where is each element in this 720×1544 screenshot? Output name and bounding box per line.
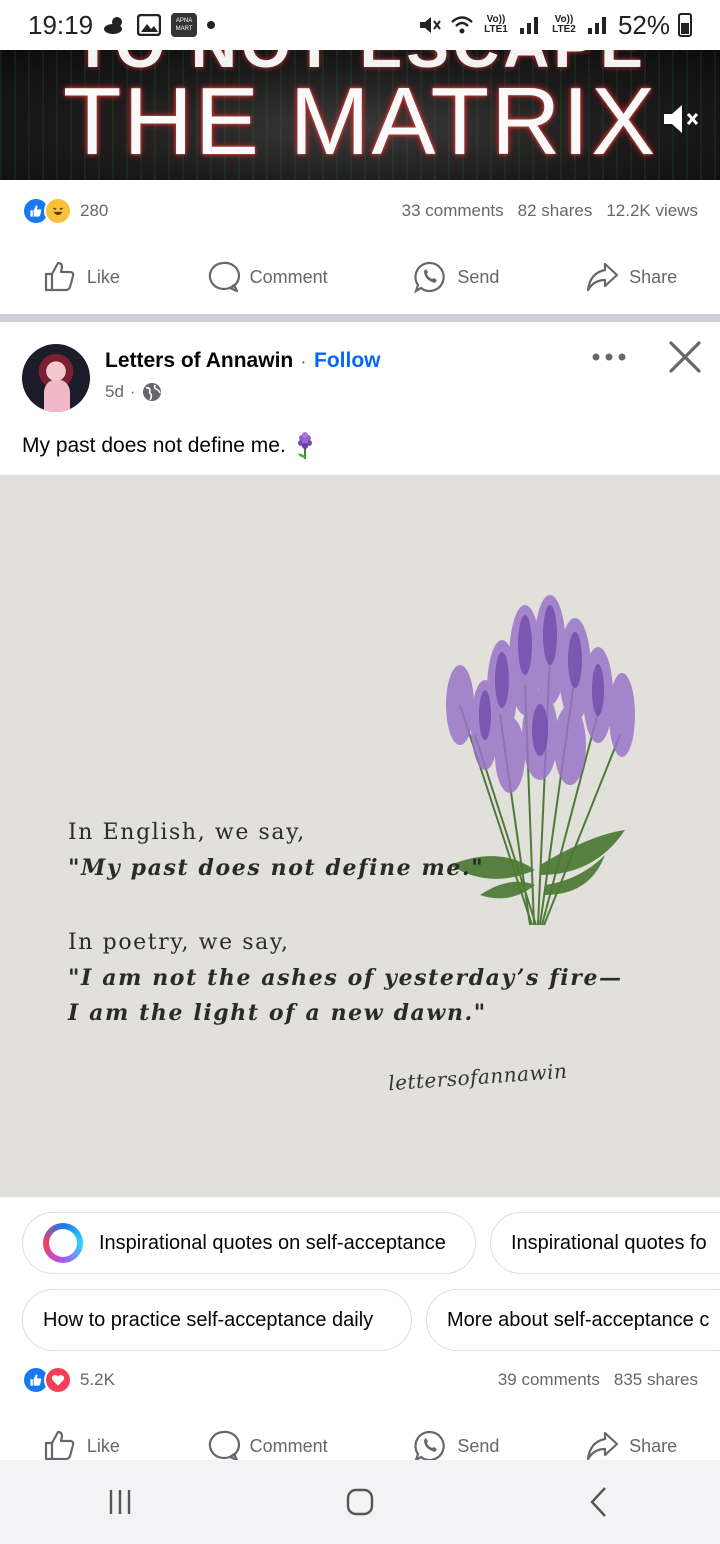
quote-line-5: I am the light of a new dawn.": [68, 1000, 487, 1026]
follow-separator: ·: [300, 351, 307, 373]
share-button[interactable]: Share: [585, 1429, 677, 1463]
wifi-icon: [451, 16, 473, 34]
author-name[interactable]: Letters of Annawin: [105, 349, 293, 373]
reaction-count: 280: [80, 201, 109, 220]
battery-percent: 52%: [617, 9, 670, 40]
prev-post-actions: Like Comment Send Share: [0, 256, 720, 298]
comment-icon: [208, 1430, 240, 1462]
post-reaction-count: 5.2K: [80, 1370, 115, 1389]
like-icon: [44, 1430, 75, 1461]
lavender-bouquet-illustration: [446, 595, 635, 926]
feed-divider: [0, 314, 720, 322]
author-avatar[interactable]: [22, 344, 90, 412]
mute-icon: [419, 17, 441, 33]
notification-dot-icon: [207, 21, 216, 29]
comment-button[interactable]: Comment: [206, 260, 328, 294]
suggestion-chip-1[interactable]: Inspirational quotes on self-acceptance: [22, 1212, 476, 1274]
home-icon[interactable]: [340, 1482, 380, 1522]
reaction-summary[interactable]: 280: [22, 197, 108, 225]
send-button[interactable]: Send: [413, 1429, 499, 1463]
prev-post-stats: 280 33 comments 82 shares 12.2K views: [0, 196, 720, 226]
meta-ai-icon: [43, 1223, 83, 1263]
post-shares-count[interactable]: 835 shares: [614, 1370, 698, 1390]
share-icon: [586, 1431, 619, 1461]
like-icon: [44, 261, 75, 292]
caption-text: My past does not define me.: [22, 434, 286, 457]
video-title-main: THE MATRIX: [62, 68, 658, 175]
quote-line-3: In poetry, we say,: [68, 930, 290, 955]
whatsapp-send-icon: [414, 261, 446, 294]
post-meta: 5d ·: [105, 382, 162, 402]
comment-button[interactable]: Comment: [206, 1429, 328, 1463]
status-time: 19:19: [28, 9, 94, 40]
lte1-indicator: Vo)) LTE1: [484, 14, 508, 35]
gallery-icon: [137, 14, 162, 36]
views-count: 12.2K views: [606, 201, 698, 220]
love-reaction-icon: [44, 1366, 72, 1394]
signature: lettersofannawin: [387, 1058, 569, 1096]
like-button[interactable]: Like: [43, 1429, 120, 1463]
signal-1-icon: [519, 17, 538, 34]
post-comments-count[interactable]: 39 comments: [498, 1370, 600, 1390]
apna-mart-icon: APNA MART: [171, 13, 198, 37]
share-icon: [586, 262, 619, 292]
recent-apps-icon[interactable]: [100, 1482, 140, 1522]
shares-count[interactable]: 82 shares: [518, 201, 593, 221]
quote-line-1: In English, we say,: [68, 820, 306, 845]
send-button[interactable]: Send: [413, 260, 499, 294]
globe-icon: [142, 383, 161, 401]
hyacinth-emoji-icon: [297, 432, 312, 459]
quote-line-2: "My past does not define me.": [68, 855, 485, 881]
meta-separator: ·: [129, 382, 136, 401]
follow-button[interactable]: Follow: [314, 349, 381, 373]
comments-count[interactable]: 33 comments: [402, 201, 504, 221]
battery-icon: [678, 13, 692, 37]
status-bar: 19:19 APNA MART Vo)) LTE1 Vo)) LTE2 52%: [0, 0, 720, 50]
back-icon[interactable]: [580, 1482, 620, 1522]
video-player[interactable]: TO NOT ESCAPE THE MATRIX: [0, 50, 720, 180]
like-button[interactable]: Like: [43, 260, 120, 294]
signal-2-icon: [587, 17, 606, 34]
post-age[interactable]: 5d: [105, 382, 124, 402]
lte2-indicator: Vo)) LTE2: [552, 14, 576, 35]
more-options-icon[interactable]: [588, 342, 630, 372]
share-button[interactable]: Share: [585, 260, 677, 294]
haha-reaction-icon: [44, 197, 72, 225]
suggestion-chip-2[interactable]: Inspirational quotes fo: [490, 1212, 720, 1274]
close-icon[interactable]: [666, 338, 704, 376]
suggestion-chip-4[interactable]: More about self-acceptance c: [426, 1289, 720, 1351]
comment-icon: [208, 261, 240, 293]
suggestion-chip-3[interactable]: How to practice self-acceptance daily: [22, 1289, 412, 1351]
quote-line-4: "I am not the ashes of yesterday’s fire—: [68, 965, 623, 991]
weather-icon: [104, 17, 123, 34]
system-nav-bar: [0, 1460, 720, 1544]
volume-mute-icon[interactable]: [662, 102, 702, 136]
post-caption: My past does not define me.: [22, 432, 316, 460]
post-image[interactable]: In English, we say, "My past does not de…: [0, 475, 720, 1197]
post-reaction-summary[interactable]: 5.2K: [22, 1366, 115, 1394]
post-stats: 5.2K 39 comments 835 shares: [0, 1365, 720, 1395]
whatsapp-send-icon: [414, 1430, 446, 1463]
